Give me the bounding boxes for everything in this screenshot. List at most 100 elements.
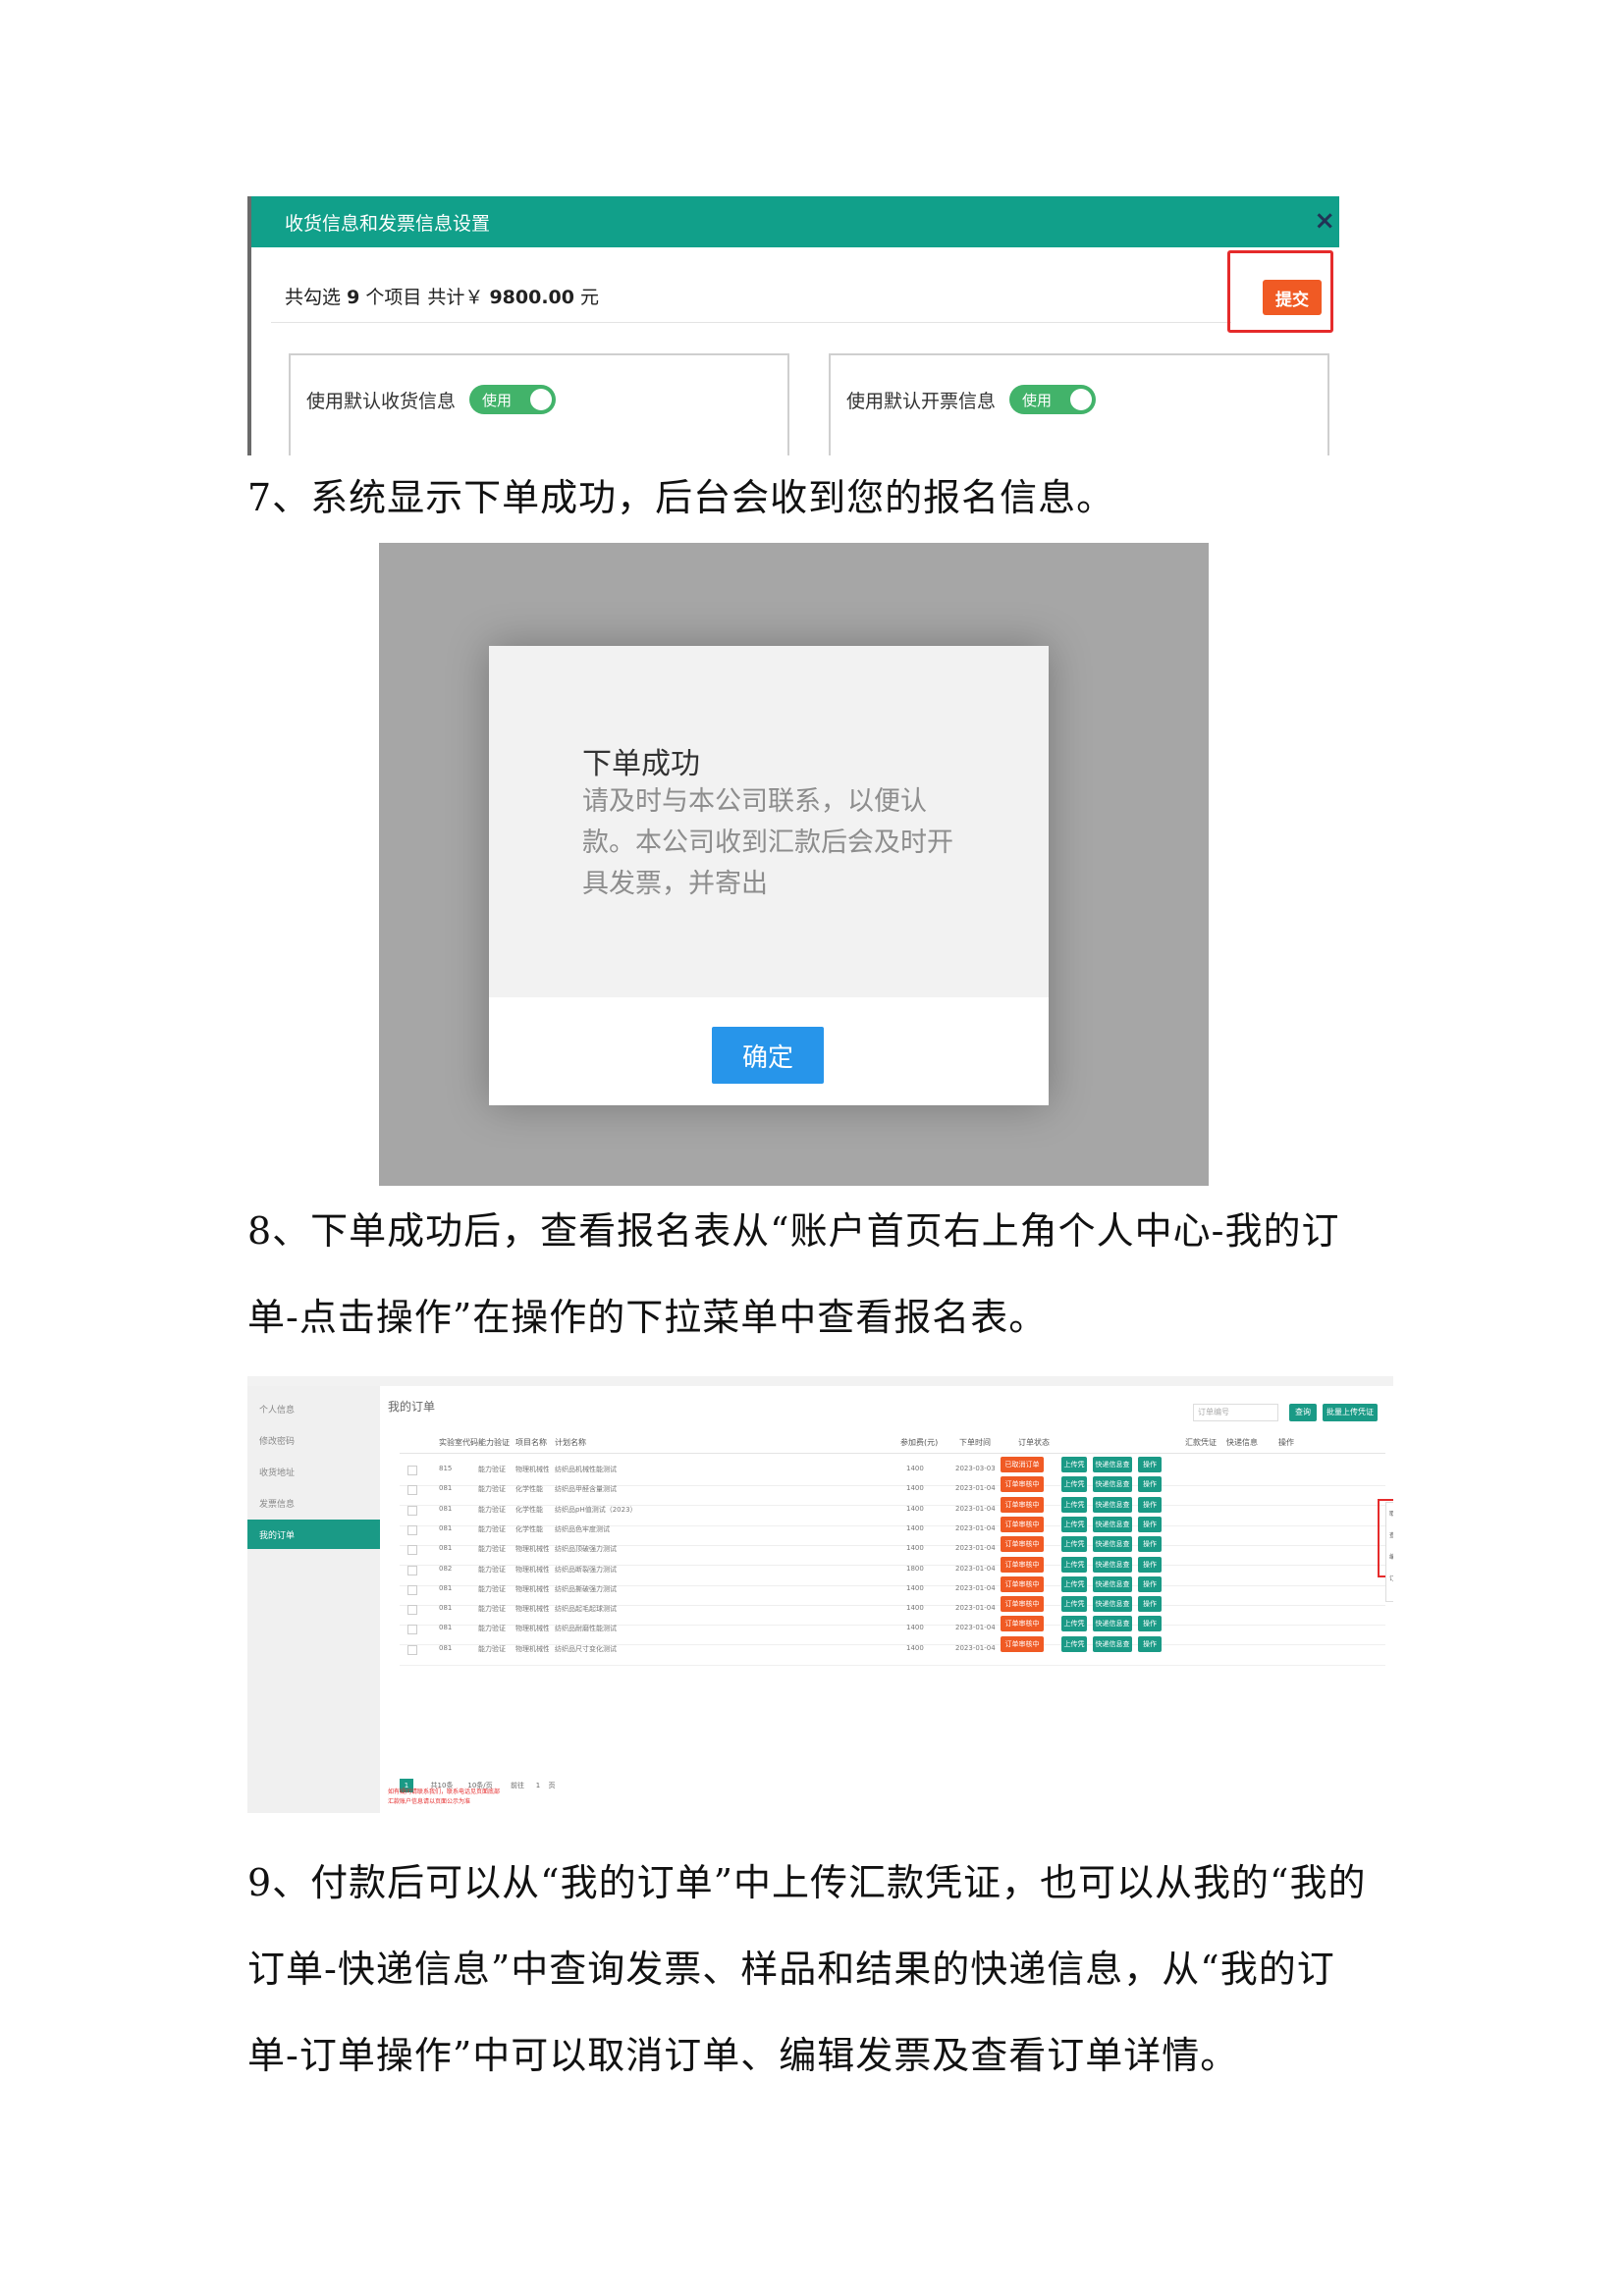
success-modal: 下单成功 请及时与本公司联系，以便认款。本公司收到汇款后会及时开具发票，并寄出 …	[489, 646, 1049, 1105]
cell-item: 化学性能	[515, 1524, 543, 1533]
dialog-titlebar: 收货信息和发票信息设置 ×	[251, 196, 1339, 247]
toggle-text: 使用	[482, 392, 513, 409]
sidebar-item[interactable]: 个人信息	[247, 1394, 380, 1423]
upload-voucher-button[interactable]: 上传凭证	[1061, 1575, 1087, 1604]
operate-button[interactable]: 操作	[1138, 1556, 1162, 1573]
cell-fee: 1400	[906, 1544, 924, 1553]
column-header: 快递信息	[1226, 1438, 1258, 1447]
upload-voucher-button[interactable]: 上传凭证	[1061, 1516, 1087, 1544]
pager-item[interactable]: 页	[547, 1779, 557, 1792]
cell-fee: 1800	[906, 1564, 924, 1573]
express-info-button[interactable]: 快递信息查询	[1093, 1616, 1132, 1643]
batch-upload-button[interactable]: 批量上传凭证	[1323, 1404, 1378, 1421]
order-status-badge: 订单审核中	[1001, 1556, 1044, 1573]
upload-voucher-button[interactable]: 上传凭证	[1061, 1616, 1087, 1643]
cell-item: 物理机械性能	[515, 1625, 549, 1633]
step-7-text: 7、系统显示下单成功，后台会收到您的报名信息。	[247, 476, 1115, 519]
operate-button[interactable]: 操作	[1138, 1476, 1162, 1493]
cell-item: 物理机械性能	[515, 1584, 549, 1593]
operate-button[interactable]: 操作	[1138, 1596, 1162, 1613]
operate-button[interactable]: 操作	[1138, 1536, 1162, 1553]
sidebar-item[interactable]: 我的订单	[247, 1520, 380, 1549]
cell-kind: 能力验证	[478, 1524, 506, 1533]
dropdown-item[interactable]: 订单详情	[1389, 1574, 1393, 1582]
dropdown-item[interactable]: 编辑发票	[1389, 1552, 1393, 1561]
upload-voucher-button[interactable]: 上传凭证	[1061, 1556, 1087, 1584]
toggle-knob	[530, 389, 552, 410]
cell-lab-code: 081	[439, 1504, 453, 1513]
sidebar-item[interactable]: 发票信息	[247, 1488, 380, 1518]
cell-item: 化学性能	[515, 1505, 543, 1514]
sidebar-item[interactable]: 修改密码	[247, 1425, 380, 1455]
shipping-default-toggle[interactable]: 使用	[469, 385, 556, 414]
upload-voucher-button[interactable]: 上传凭证	[1061, 1536, 1087, 1564]
cell-item: 物理机械性能	[515, 1466, 549, 1473]
order-filter-input[interactable]: 订单编号	[1193, 1404, 1278, 1421]
operate-button[interactable]: 操作	[1138, 1516, 1162, 1532]
column-header: 参加费(元)	[900, 1438, 939, 1447]
confirm-button[interactable]: 确定	[712, 1027, 824, 1084]
cell-plan: 纺织品撕破强力测试	[555, 1584, 617, 1593]
cell-lab-code: 082	[439, 1564, 453, 1573]
shipping-info-card: 使用默认收货信息 使用	[289, 353, 789, 455]
sidebar-item-label: 个人信息	[259, 1406, 296, 1415]
cell-fee: 1400	[906, 1484, 924, 1493]
toggle-knob	[1070, 389, 1092, 410]
express-info-button[interactable]: 快递信息查询	[1093, 1575, 1132, 1604]
cell-item: 化学性能	[515, 1485, 543, 1494]
cell-lab-code: 081	[439, 1544, 453, 1553]
submit-button[interactable]: 提交	[1263, 280, 1322, 315]
row-checkbox[interactable]	[407, 1644, 417, 1655]
express-info-button[interactable]: 快递信息查询	[1093, 1556, 1132, 1584]
pager-item[interactable]: 1	[531, 1779, 545, 1792]
cell-fee: 1400	[906, 1604, 924, 1613]
operate-button[interactable]: 操作	[1138, 1635, 1162, 1652]
express-info-button[interactable]: 快递信息查询	[1093, 1516, 1132, 1544]
order-status-badge: 订单审核中	[1001, 1476, 1044, 1493]
upload-voucher-button[interactable]: 上传凭证	[1061, 1635, 1087, 1664]
item-count: 9	[347, 287, 360, 308]
upload-voucher-button[interactable]: 上传凭证	[1061, 1476, 1087, 1504]
sidebar-item-label: 修改密码	[259, 1437, 296, 1447]
sidebar-item-label: 我的订单	[259, 1531, 296, 1541]
dropdown-item[interactable]: 取消订单	[1389, 1509, 1393, 1518]
operate-button[interactable]: 操作	[1138, 1496, 1162, 1513]
summary-unit: 元	[580, 287, 600, 308]
express-info-button[interactable]: 快递信息查询	[1093, 1596, 1132, 1624]
cell-date: 2023-01-04	[955, 1643, 996, 1652]
column-header: 订单状态	[1018, 1438, 1050, 1447]
upload-voucher-button[interactable]: 上传凭证	[1061, 1596, 1087, 1624]
step-8-text: 8、下单成功后，查看报名表从“账户首页右上角个人中心-我的订单-点击操作”在操作…	[247, 1209, 1340, 1339]
pager-item[interactable]: 前往	[508, 1779, 527, 1792]
query-button[interactable]: 查询	[1289, 1404, 1317, 1421]
operate-button[interactable]: 操作	[1138, 1575, 1162, 1592]
page-title: 我的订单	[388, 1400, 436, 1414]
cell-plan: 纺织品尺寸变化测试	[555, 1644, 617, 1653]
dropdown-item[interactable]: 查看报名表	[1389, 1530, 1393, 1539]
operate-button[interactable]: 操作	[1138, 1616, 1162, 1632]
upload-voucher-button[interactable]: 上传凭证	[1061, 1457, 1087, 1484]
express-info-button[interactable]: 快递信息查询	[1093, 1457, 1132, 1484]
cell-kind: 能力验证	[478, 1605, 506, 1614]
operate-button[interactable]: 操作	[1138, 1457, 1162, 1472]
close-icon[interactable]: ×	[1314, 206, 1335, 236]
cell-kind: 能力验证	[478, 1565, 506, 1574]
invoice-default-toggle[interactable]: 使用	[1009, 385, 1096, 414]
cell-lab-code: 081	[439, 1583, 453, 1592]
express-info-button[interactable]: 快递信息查询	[1093, 1496, 1132, 1524]
dialog-title: 收货信息和发票信息设置	[285, 213, 491, 235]
upload-voucher-button[interactable]: 上传凭证	[1061, 1496, 1087, 1524]
express-info-button[interactable]: 快递信息查询	[1093, 1476, 1132, 1504]
order-status-badge: 订单审核中	[1001, 1596, 1044, 1613]
cell-plan: 纺织品耐磨性能测试	[555, 1625, 617, 1633]
express-info-button[interactable]: 快递信息查询	[1093, 1635, 1132, 1664]
cell-kind: 能力验证	[478, 1644, 506, 1653]
column-header: 下单时间	[959, 1438, 991, 1447]
cell-lab-code: 081	[439, 1643, 453, 1652]
total-amount: 9800.00	[489, 287, 574, 308]
cell-date: 2023-03-03	[955, 1465, 996, 1472]
column-header: 实验室代码	[439, 1438, 478, 1447]
cell-date: 2023-01-04	[955, 1544, 996, 1553]
sidebar-item[interactable]: 收货地址	[247, 1457, 380, 1486]
express-info-button[interactable]: 快递信息查询	[1093, 1536, 1132, 1564]
